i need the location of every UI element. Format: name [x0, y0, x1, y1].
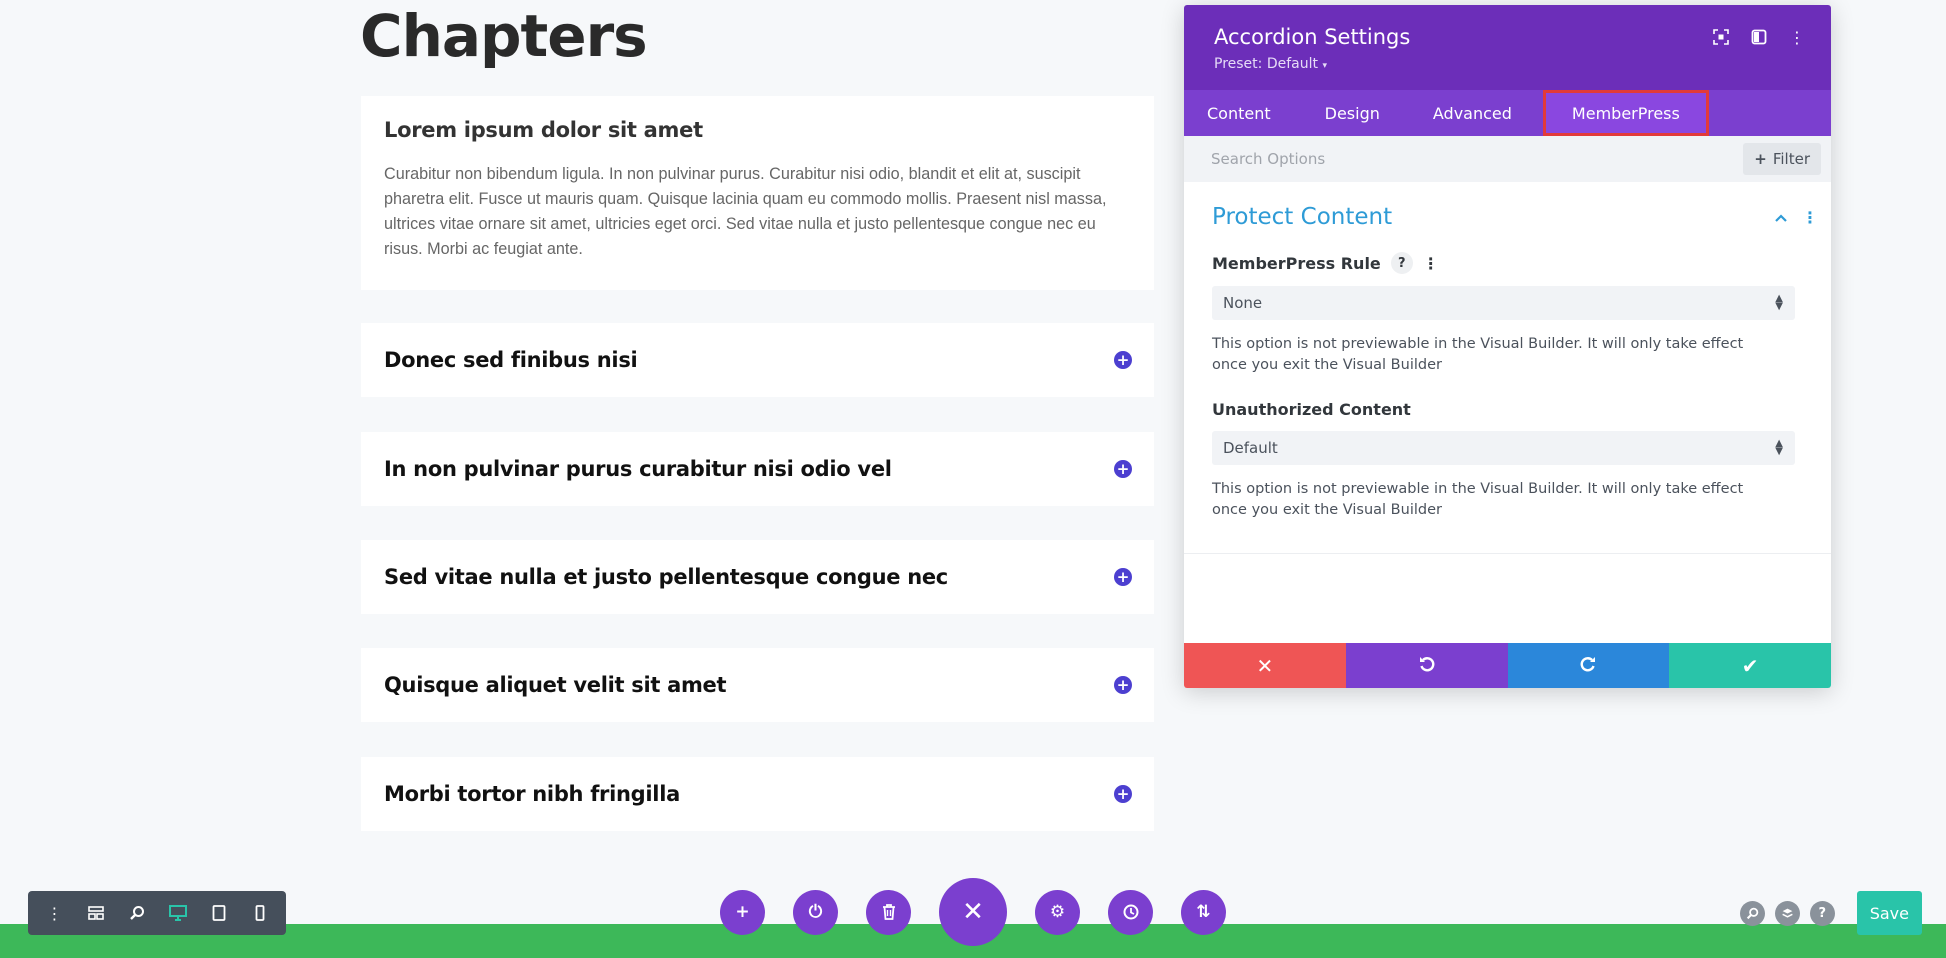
expand-plus-icon[interactable]: +	[1114, 568, 1132, 586]
accordion-item-title[interactable]: Lorem ipsum dolor sit amet	[384, 118, 1131, 142]
field-label-text: MemberPress Rule	[1212, 253, 1381, 273]
section-title: Protect Content	[1212, 204, 1393, 230]
select-value: Default	[1223, 439, 1278, 457]
settings-gear-icon[interactable]: ⚙	[1035, 889, 1080, 935]
rule-note: This option is not previewable in the Vi…	[1212, 336, 1744, 373]
accordion-item[interactable]: Morbi tortor nibh fringilla +	[361, 757, 1154, 831]
expand-plus-icon[interactable]: +	[1114, 351, 1132, 369]
sidebar-layout-icon[interactable]	[1749, 27, 1769, 47]
redo-button[interactable]	[1507, 643, 1670, 688]
add-icon[interactable]: +	[720, 889, 765, 935]
accordion-item[interactable]: Donec sed finibus nisi +	[361, 323, 1154, 397]
protect-content-section: Protect Content ⋮ MemberPress Rule ? ⋮ N…	[1184, 182, 1831, 521]
filter-button[interactable]: + Filter	[1743, 143, 1821, 175]
select-arrows-icon: ▲ ▼	[1775, 438, 1783, 457]
expand-icon[interactable]	[1711, 27, 1731, 47]
tab-content[interactable]: Content	[1184, 90, 1303, 136]
panel-tabs: Content Design Advanced MemberPress	[1184, 90, 1831, 136]
filter-label: Filter	[1772, 150, 1810, 168]
field-label-text: Unauthorized Content	[1212, 400, 1411, 419]
redo-icon	[1579, 654, 1597, 678]
view-mode-toolbar: ⋮	[28, 891, 286, 935]
phone-view-icon[interactable]	[246, 899, 274, 927]
portability-icon[interactable]: ⇅	[1181, 889, 1226, 935]
tablet-view-icon[interactable]	[205, 899, 233, 927]
accordion-item-title[interactable]: Morbi tortor nibh fringilla	[384, 782, 680, 806]
save-button[interactable]: Save	[1856, 891, 1922, 935]
caret-down-icon: ▾	[1322, 61, 1327, 71]
undo-button[interactable]	[1345, 643, 1508, 688]
undo-icon	[1418, 654, 1436, 678]
tab-design[interactable]: Design	[1303, 90, 1411, 136]
help-icon[interactable]: ?	[1390, 252, 1413, 274]
accordion-settings-panel: Accordion Settings Preset: Default ▾ ⋮ C…	[1184, 5, 1831, 688]
save-changes-button[interactable]: ✔	[1669, 643, 1831, 688]
accordion-item[interactable]: In non pulvinar purus curabitur nisi odi…	[361, 432, 1154, 506]
select-value: None	[1223, 294, 1263, 312]
section-header[interactable]: Protect Content ⋮	[1212, 202, 1818, 232]
close-builder-icon[interactable]: ✕	[939, 878, 1007, 946]
right-toolbar: ? Save	[1739, 891, 1922, 935]
check-icon: ✔	[1741, 653, 1759, 678]
panel-footer: ✕ ✔	[1184, 643, 1831, 688]
more-options-icon[interactable]: ⋮	[1787, 27, 1807, 47]
wireframe-icon[interactable]	[82, 899, 110, 927]
accordion-item-title[interactable]: Sed vitae nulla et justo pellentesque co…	[384, 565, 948, 589]
menu-dots-icon[interactable]: ⋮	[41, 899, 69, 927]
memberpress-rule-label: MemberPress Rule ? ⋮	[1212, 252, 1804, 274]
unauthorized-content-label: Unauthorized Content	[1212, 400, 1804, 419]
section-more-icon[interactable]: ⋮	[1802, 208, 1818, 227]
power-icon[interactable]: ⏻	[793, 889, 838, 935]
unauthorized-note: This option is not previewable in the Vi…	[1212, 481, 1744, 518]
accordion-item[interactable]: Sed vitae nulla et justo pellentesque co…	[361, 540, 1154, 614]
expand-plus-icon[interactable]: +	[1114, 676, 1132, 694]
page-settings-toolbar: + ⏻ ✕ ⚙ ⇅	[720, 878, 1226, 946]
accordion-item-title[interactable]: Donec sed finibus nisi	[384, 348, 638, 372]
trash-icon[interactable]	[866, 889, 911, 935]
search-options-input[interactable]	[1211, 150, 1611, 168]
tab-advanced[interactable]: Advanced	[1411, 90, 1543, 136]
search-icon[interactable]	[1739, 900, 1765, 926]
expand-plus-icon[interactable]: +	[1114, 785, 1132, 803]
select-arrows-icon: ▲ ▼	[1775, 293, 1783, 312]
history-clock-icon[interactable]	[1108, 889, 1153, 935]
zoom-icon[interactable]	[123, 899, 151, 927]
page-title: Chapters	[360, 2, 648, 70]
expand-plus-icon[interactable]: +	[1114, 460, 1132, 478]
accordion-item-open[interactable]: Lorem ipsum dolor sit amet Curabitur non…	[361, 96, 1154, 290]
field-more-icon[interactable]: ⋮	[1423, 254, 1439, 273]
preset-selector[interactable]: Preset: Default ▾	[1214, 56, 1327, 72]
memberpress-rule-select[interactable]: None ▲ ▼	[1212, 286, 1795, 320]
search-row: + Filter	[1184, 136, 1831, 182]
discard-button[interactable]: ✕	[1184, 643, 1346, 688]
accordion-item[interactable]: Quisque aliquet velit sit amet +	[361, 648, 1154, 722]
accordion-item-body: Curabitur non bibendum ligula. In non pu…	[384, 165, 1107, 258]
preset-label: Preset: Default	[1214, 56, 1318, 72]
tab-memberpress[interactable]: MemberPress	[1542, 90, 1709, 136]
desktop-view-icon[interactable]	[164, 899, 192, 927]
panel-header[interactable]: Accordion Settings Preset: Default ▾ ⋮	[1184, 5, 1831, 90]
help-icon[interactable]: ?	[1809, 900, 1835, 926]
close-icon: ✕	[1256, 653, 1274, 678]
accordion-item-title[interactable]: Quisque aliquet velit sit amet	[384, 673, 727, 697]
section-divider	[1184, 553, 1831, 554]
layers-icon[interactable]	[1774, 900, 1800, 926]
plus-icon: +	[1754, 150, 1767, 168]
chevron-up-icon[interactable]	[1774, 208, 1788, 227]
panel-title: Accordion Settings	[1214, 25, 1411, 49]
accordion-item-title[interactable]: In non pulvinar purus curabitur nisi odi…	[384, 457, 892, 481]
unauthorized-content-select[interactable]: Default ▲ ▼	[1212, 431, 1795, 465]
